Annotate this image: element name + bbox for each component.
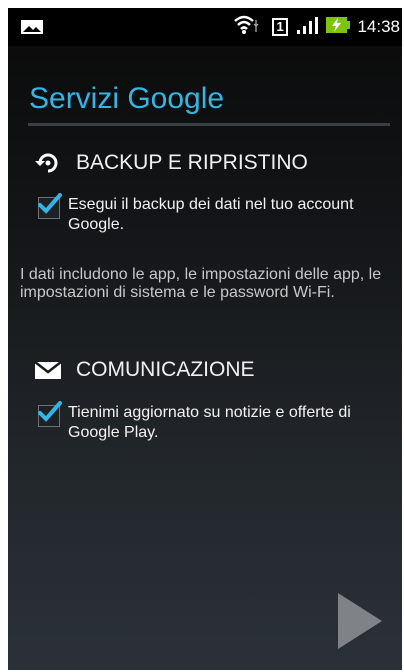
communication-checkbox[interactable] xyxy=(38,401,62,427)
status-icons: 1 14:38 xyxy=(233,14,400,41)
battery-charging-icon xyxy=(325,16,351,39)
backup-checkbox-label: Esegui il backup dei dati nel tuo accoun… xyxy=(68,196,354,233)
image-notification-icon xyxy=(20,18,44,36)
backup-heading: BACKUP E RIPRISTINO xyxy=(76,151,308,174)
status-time: 14:38 xyxy=(357,17,400,36)
device-frame: 1 14:38 Servizi Google BACKUP E RIPRISTI… xyxy=(0,0,404,672)
backup-description: I dati includono le app, le impostazioni… xyxy=(20,266,382,301)
signal-icon xyxy=(295,15,319,40)
backup-checkbox-row[interactable]: Esegui il backup dei dati nel tuo accoun… xyxy=(38,193,388,235)
backup-section-header: BACKUP E RIPRISTINO xyxy=(34,149,308,177)
setup-screen: 1 14:38 Servizi Google BACKUP E RIPRISTI… xyxy=(8,8,402,670)
sim-slot-number: 1 xyxy=(276,19,284,34)
communication-section-header: COMUNICAZIONE xyxy=(34,356,255,384)
sim-icon: 1 xyxy=(271,17,289,37)
communication-checkbox-row[interactable]: Tienimi aggiornato su notizie e offerte … xyxy=(38,401,388,443)
title-divider xyxy=(28,123,390,126)
communication-heading: COMUNICAZIONE xyxy=(76,358,255,381)
wifi-icon xyxy=(233,14,259,41)
next-button[interactable] xyxy=(334,591,386,651)
mail-icon xyxy=(34,356,62,384)
next-arrow-icon xyxy=(338,593,382,649)
restore-icon xyxy=(34,149,62,177)
backup-checkbox[interactable] xyxy=(38,193,62,219)
communication-checkbox-label: Tienimi aggiornato su notizie e offerte … xyxy=(68,404,351,441)
page-title: Servizi Google xyxy=(29,82,225,115)
status-bar: 1 14:38 xyxy=(8,8,402,46)
